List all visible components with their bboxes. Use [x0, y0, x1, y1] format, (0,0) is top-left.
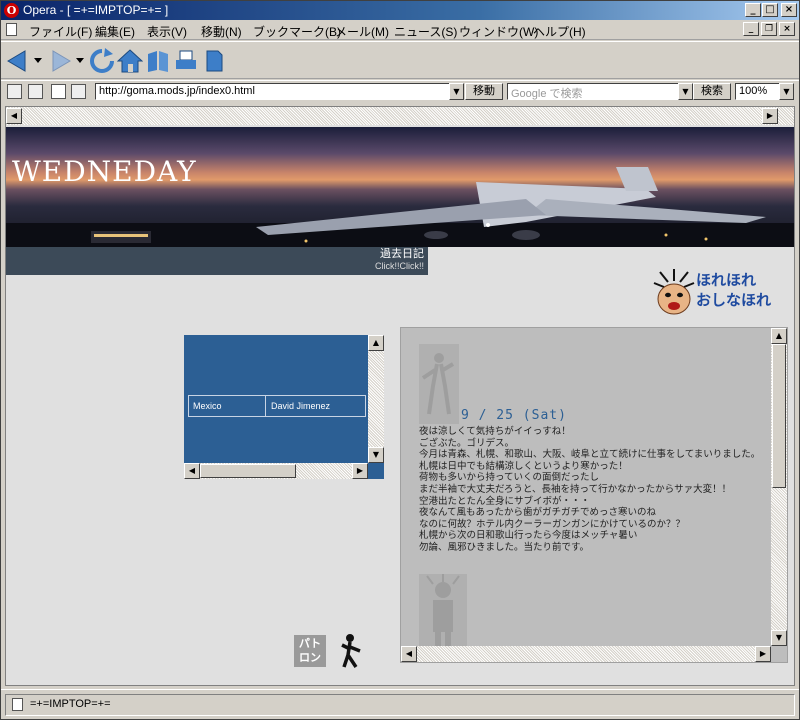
- menu-navigate[interactable]: 移動(N): [201, 23, 242, 40]
- banner-title: WEDNEDAY: [12, 155, 197, 188]
- link-scroll-up-icon[interactable]: ▲: [368, 335, 384, 351]
- diary-line: ござぶた。ゴリデス。: [419, 437, 515, 449]
- past-diary-link[interactable]: 過去日記 Click!!Click!!: [6, 247, 428, 275]
- maximize-button[interactable]: □: [762, 3, 778, 17]
- link-scroll-right-icon[interactable]: ▶: [352, 463, 368, 479]
- back-dropdown-icon[interactable]: [34, 58, 42, 64]
- diary-line: 夜なんて風もあったから歯がガチガチでめっさ寒いのね: [419, 507, 657, 519]
- menu-edit[interactable]: 編集(E): [95, 23, 135, 40]
- table-row[interactable]: Mexico David Jimenez: [188, 395, 366, 417]
- title-bar: O Opera - [ =+=IMPTOP=+= ] _ □ ×: [1, 1, 799, 20]
- page-viewport: ◀ ▶ WEDNEDAY 過去日記 Click!!Click!! ほれほれ おし…: [5, 106, 795, 686]
- past-diary-label: 過去日記: [380, 248, 424, 260]
- diary-scroll-thumb[interactable]: [772, 344, 786, 488]
- diary-line: なのに何故？ホテル内クーラーガンガンにかけているのか？？: [419, 518, 686, 530]
- scroll-left-icon[interactable]: ◀: [6, 108, 22, 124]
- diary-frame: 9 / 25 (Sat) 夜は涼しくて気持ちがイイっすね！ ござぶた。ゴリデス。…: [400, 327, 788, 663]
- print-icon[interactable]: [173, 48, 199, 74]
- face-mascot-icon: [653, 269, 695, 315]
- new-page-icon[interactable]: [201, 48, 227, 74]
- page-icon[interactable]: [51, 84, 66, 99]
- document-icon: [6, 23, 17, 36]
- table-cell-name[interactable]: David Jimenez: [267, 396, 367, 416]
- diary-scroll-right-icon[interactable]: ▶: [755, 646, 771, 662]
- hotlist-icon[interactable]: [145, 48, 171, 74]
- diary-line: 荷物も多いから持っていくの面倒だったし: [419, 472, 600, 484]
- dancer-silhouette-icon: [419, 344, 459, 424]
- printer-small-icon[interactable]: [71, 84, 86, 99]
- back-arrow-icon[interactable]: [5, 48, 31, 74]
- menu-news[interactable]: ニュース(S): [394, 23, 457, 40]
- menu-help[interactable]: ヘルプ(H): [533, 23, 586, 40]
- search-input[interactable]: Google で検索: [507, 83, 693, 100]
- diary-horizontal-scrollbar[interactable]: [401, 646, 771, 662]
- logo-text-line2: おしなほれ: [696, 291, 772, 309]
- forward-arrow-icon[interactable]: [47, 48, 73, 74]
- zoom-input[interactable]: 100%: [735, 83, 781, 100]
- table-cell-country: Mexico: [189, 396, 266, 416]
- diary-line: 空港出たとたん全身にサブイボが・・・: [419, 495, 591, 507]
- diary-scroll-down-icon[interactable]: ▼: [771, 630, 787, 646]
- diary-line: 夜は涼しくて気持ちがイイっすね！: [419, 426, 571, 437]
- link-scroll-down-icon[interactable]: ▼: [368, 447, 384, 463]
- scroll-right-icon[interactable]: ▶: [762, 108, 778, 124]
- diary-date: 9 / 25 (Sat): [461, 408, 567, 423]
- address-dropdown-icon[interactable]: ▼: [449, 83, 464, 100]
- header-banner: WEDNEDAY: [6, 127, 794, 247]
- navigation-toolbar: [1, 41, 799, 79]
- mdi-close-button[interactable]: ×: [779, 22, 795, 36]
- minimize-button[interactable]: _: [745, 3, 761, 17]
- link-scroll-thumb[interactable]: [200, 464, 296, 478]
- zoom-dropdown-icon[interactable]: ▼: [779, 83, 794, 100]
- menu-view[interactable]: 表示(V): [147, 23, 187, 40]
- search-button[interactable]: 検索: [693, 83, 731, 100]
- logo-text-line1: ほれほれ: [696, 271, 757, 289]
- address-input[interactable]: http://goma.mods.jp/index0.html: [95, 83, 463, 100]
- diary-line: 今月は青森、札幌、和歌山、大阪、岐阜と立て続けに仕事をしてまいりました。: [419, 449, 761, 461]
- status-panel: =+=IMPTOP=+=: [5, 694, 795, 716]
- address-toolbar: http://goma.mods.jp/index0.html ▼ 移動 Goo…: [1, 80, 799, 102]
- reload-icon[interactable]: [89, 48, 115, 74]
- go-button[interactable]: 移動: [465, 83, 503, 100]
- menu-bookmarks[interactable]: ブックマーク(B): [253, 23, 341, 40]
- link-frame-vertical-scrollbar[interactable]: [368, 335, 384, 463]
- diary-entry: 夜は涼しくて気持ちがイイっすね！ ござぶた。ゴリデス。 今月は青森、札幌、和歌山…: [419, 426, 761, 554]
- mdi-minimize-button[interactable]: _: [743, 22, 759, 36]
- link-list-frame: Mexico David Jimenez ▲ ▼ ◀ ▶: [184, 335, 384, 479]
- forward-dropdown-icon[interactable]: [76, 58, 84, 64]
- window-title: Opera - [ =+=IMPTOP=+= ]: [23, 3, 169, 17]
- search-dropdown-icon[interactable]: ▼: [678, 83, 693, 100]
- menu-window[interactable]: ウィンドウ(W): [459, 23, 538, 40]
- diary-line: 札幌から次の日和歌山行ったら今度はメッチャ暑い: [419, 530, 638, 542]
- camera-icon[interactable]: [28, 84, 43, 99]
- menu-bar: ファイル(F) 編集(E) 表示(V) 移動(N) ブックマーク(B) メール(…: [1, 20, 799, 40]
- figure-silhouette-icon: [419, 574, 467, 648]
- dancing-figure-icon[interactable]: [338, 633, 364, 669]
- opera-o-icon: O: [4, 3, 19, 18]
- menu-mail[interactable]: メール(M): [335, 23, 389, 40]
- mdi-restore-button[interactable]: ❐: [761, 22, 777, 36]
- diary-line: 札幌は日中でも結構涼しくというより寒かった！: [419, 460, 628, 472]
- diary-scroll-left-icon[interactable]: ◀: [401, 646, 417, 662]
- link-scroll-left-icon[interactable]: ◀: [184, 463, 200, 479]
- diary-line: 勿論、風邪ひきました。当たり前です。: [419, 541, 590, 553]
- close-button[interactable]: ×: [781, 3, 797, 17]
- menu-file[interactable]: ファイル(F): [29, 23, 92, 40]
- past-diary-sub: Click!!Click!!: [375, 261, 424, 271]
- home-icon[interactable]: [117, 48, 143, 74]
- site-logo: ほれほれ おしなほれ: [652, 267, 776, 317]
- page-status-icon: [12, 698, 23, 711]
- status-text: =+=IMPTOP=+=: [30, 698, 111, 710]
- diary-scroll-up-icon[interactable]: ▲: [771, 328, 787, 344]
- page-horizontal-scrollbar[interactable]: [6, 107, 794, 125]
- diary-line: まだ半袖で大丈夫だろうと、長袖を持って行かなかったからサァ大変！！: [419, 483, 732, 495]
- security-lock-icon[interactable]: [7, 84, 22, 99]
- patron-badge-icon[interactable]: パト ロン: [294, 635, 326, 667]
- status-bar: =+=IMPTOP=+=: [1, 689, 799, 719]
